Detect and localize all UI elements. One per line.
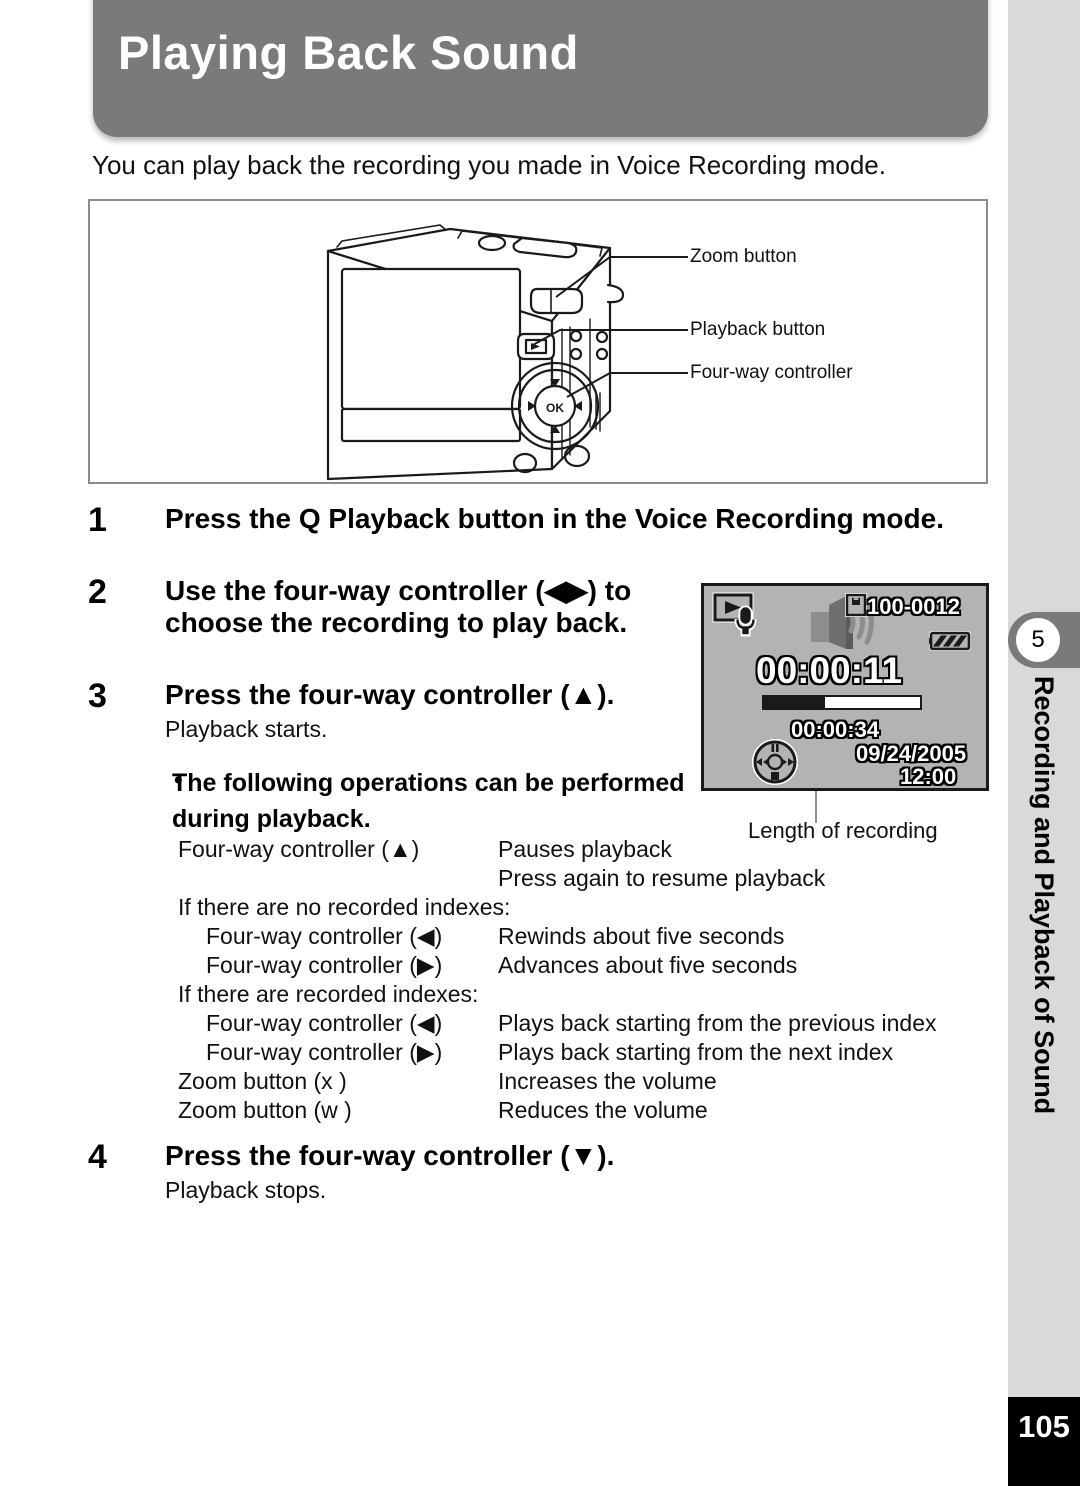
- chapter-number: 5: [1016, 618, 1060, 662]
- operations-table: Four-way controller (▲) Pauses playback …: [178, 836, 1008, 1126]
- chapter-title-vertical: Recording and Playback of Sound: [1008, 676, 1080, 1376]
- step-3-subtext: Playback starts.: [165, 716, 328, 742]
- op-key: Four-way controller (▲): [178, 836, 420, 862]
- op-heading: If there are recorded indexes:: [178, 981, 479, 1007]
- op-value: Plays back starting from the previous in…: [498, 1010, 937, 1036]
- op-value: Rewinds about five seconds: [498, 923, 785, 949]
- step-4-text: Press the four-way controller (▼).: [165, 1140, 615, 1171]
- step-3-number: 3: [88, 677, 107, 715]
- lcd-progress-bar: [762, 695, 922, 710]
- step-4-number: 4: [88, 1138, 107, 1176]
- op-key: Four-way controller (▶): [206, 952, 443, 978]
- op-row: Press again to resume playback: [178, 865, 1008, 894]
- op-key: Four-way controller (◀): [206, 923, 443, 949]
- lcd-file-number: 100-0012: [867, 594, 960, 619]
- chapter-title-text: Recording and Playback of Sound: [1029, 676, 1059, 1115]
- lcd-recording-length: 00:00:34: [791, 717, 880, 742]
- step-2-number: 2: [88, 573, 107, 611]
- battery-icon: [929, 631, 971, 651]
- lcd-progress-fill: [764, 697, 825, 708]
- op-heading: If there are no recorded indexes:: [178, 894, 511, 920]
- callout-four-way-controller: Four-way controller: [690, 362, 853, 383]
- op-row: Four-way controller (◀) Plays back start…: [178, 1010, 1008, 1039]
- page-number-box: 105: [1008, 1397, 1080, 1486]
- callout-playback-button: Playback button: [690, 319, 826, 340]
- lcd-caption: Length of recording: [748, 818, 938, 843]
- step-4-subtext: Playback stops.: [165, 1177, 327, 1203]
- op-row: Zoom button (x ) Increases the volume: [178, 1068, 1008, 1097]
- sd-card-icon: [845, 593, 867, 617]
- op-key: Zoom button (x ): [178, 1068, 347, 1094]
- camera-back-illustration: OK: [326, 224, 688, 481]
- op-row: Zoom button (w ) Reduces the volume: [178, 1097, 1008, 1126]
- lcd-clock: 12:00: [900, 764, 957, 789]
- four-way-guide-icon: [752, 739, 798, 785]
- page-title: Playing Back Sound: [118, 26, 579, 79]
- op-value: Increases the volume: [498, 1068, 717, 1094]
- camera-figure-box: OK Zoom button Playback button Four-way …: [88, 199, 988, 484]
- lcd-elapsed-time: 00:00:11: [756, 650, 903, 691]
- step-3-text: Press the four-way controller (▲).: [165, 679, 615, 710]
- step-2-text: Use the four-way controller (◀▶) to choo…: [165, 575, 632, 638]
- op-value: Pauses playback: [498, 836, 672, 862]
- op-row: If there are recorded indexes:: [178, 981, 1008, 1010]
- op-row: Four-way controller (▶) Plays back start…: [178, 1039, 1008, 1068]
- callout-zoom-button: Zoom button: [690, 246, 797, 267]
- step-1-text: Press the Q Playback button in the Voice…: [165, 503, 944, 534]
- ok-button-label: OK: [546, 401, 564, 415]
- op-value: Press again to resume playback: [498, 865, 826, 891]
- op-row: If there are no recorded indexes:: [178, 894, 1008, 923]
- op-key: Four-way controller (◀): [206, 1010, 443, 1036]
- op-value: Advances about five seconds: [498, 952, 798, 978]
- op-key: Four-way controller (▶): [206, 1039, 443, 1065]
- lcd-preview: 100-0012 00:00:11 00:00:34 09/24/2005 12…: [701, 583, 989, 791]
- op-row: Four-way controller (▶) Advances about f…: [178, 952, 1008, 981]
- playback-voice-icon: [712, 592, 757, 637]
- page-number: 105: [1018, 1409, 1070, 1444]
- op-value: Reduces the volume: [498, 1097, 708, 1123]
- op-row: Four-way controller (◀) Rewinds about fi…: [178, 923, 1008, 952]
- op-key: Zoom button (w ): [178, 1097, 352, 1123]
- step-1-number: 1: [88, 501, 107, 539]
- intro-paragraph: You can play back the recording you made…: [92, 150, 886, 180]
- op-value: Plays back starting from the next index: [498, 1039, 894, 1065]
- bullet-heading: The following operations can be performe…: [172, 769, 685, 833]
